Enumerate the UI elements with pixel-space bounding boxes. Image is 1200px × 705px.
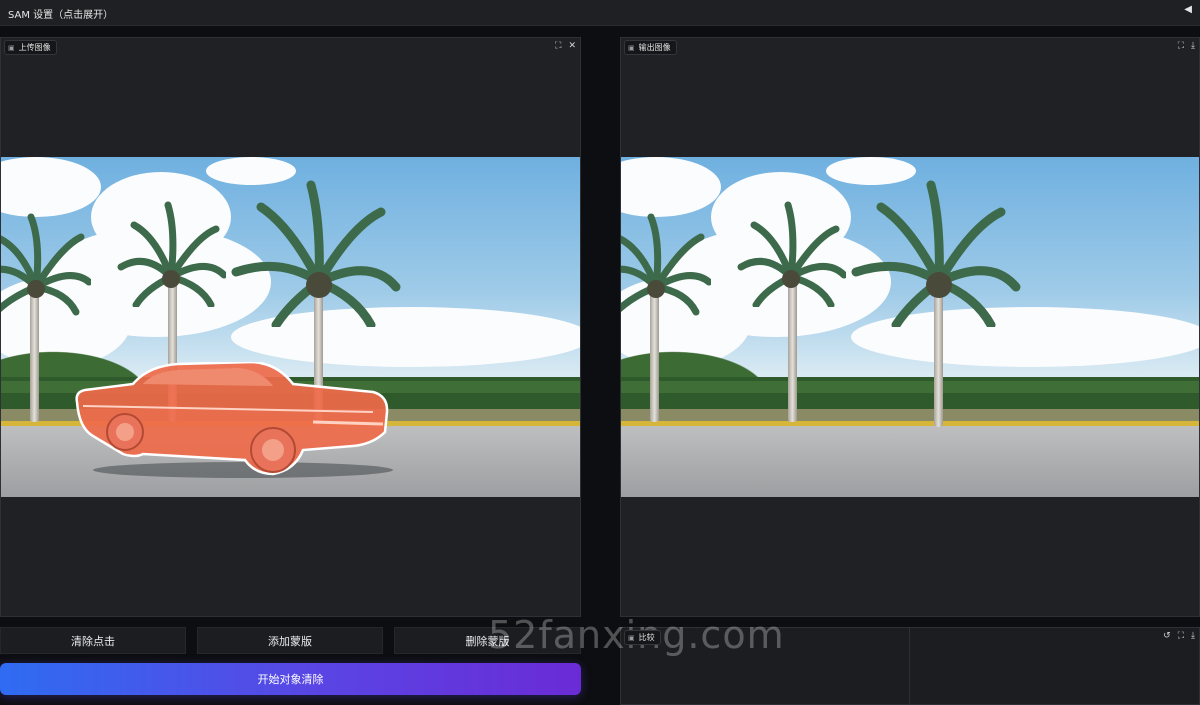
fullscreen-icon[interactable]: ⛶: [1178, 630, 1184, 642]
delete-mask-button[interactable]: 删除蒙版: [394, 627, 581, 654]
mask-overlay-car: [75, 362, 393, 478]
download-icon[interactable]: ⤓: [1191, 40, 1195, 52]
close-icon[interactable]: ✕: [568, 40, 576, 52]
input-image-canvas[interactable]: [1, 157, 580, 497]
compare-panel[interactable]: ▣ 比较 ↺ ⛶ ⤓: [620, 627, 1200, 705]
add-mask-button[interactable]: 添加蒙版: [197, 627, 383, 654]
start-object-removal-button[interactable]: 开始对象清除: [0, 663, 581, 695]
image-icon: ▣: [8, 43, 15, 52]
compare-divider: [909, 628, 910, 704]
output-image-label: ▣ 输出图像: [624, 40, 677, 55]
output-image-label-text: 输出图像: [638, 43, 671, 52]
sam-settings-title: SAM 设置（点击展开）: [8, 10, 114, 21]
upload-image-label-text: 上传图像: [18, 43, 51, 52]
image-icon: ▣: [628, 43, 635, 52]
fullscreen-icon[interactable]: ⛶: [555, 40, 561, 52]
image-icon: ▣: [628, 633, 635, 642]
clear-clicks-button[interactable]: 清除点击: [0, 627, 186, 654]
output-image: [621, 157, 1199, 497]
upload-image-panel[interactable]: ▣ 上传图像 ⛶ ✕: [0, 37, 581, 617]
compare-label-text: 比较: [638, 633, 655, 642]
fullscreen-icon[interactable]: ⛶: [1178, 40, 1184, 52]
download-icon[interactable]: ⤓: [1191, 630, 1195, 642]
sam-settings-accordion[interactable]: SAM 设置（点击展开） ◀: [0, 0, 1200, 26]
output-image-panel[interactable]: ▣ 输出图像 ⛶ ⤓: [620, 37, 1200, 617]
compare-label: ▣ 比较: [624, 630, 661, 645]
collapse-arrow-icon[interactable]: ◀: [1184, 4, 1192, 15]
reset-icon[interactable]: ↺: [1163, 630, 1171, 642]
upload-image-label: ▣ 上传图像: [4, 40, 57, 55]
